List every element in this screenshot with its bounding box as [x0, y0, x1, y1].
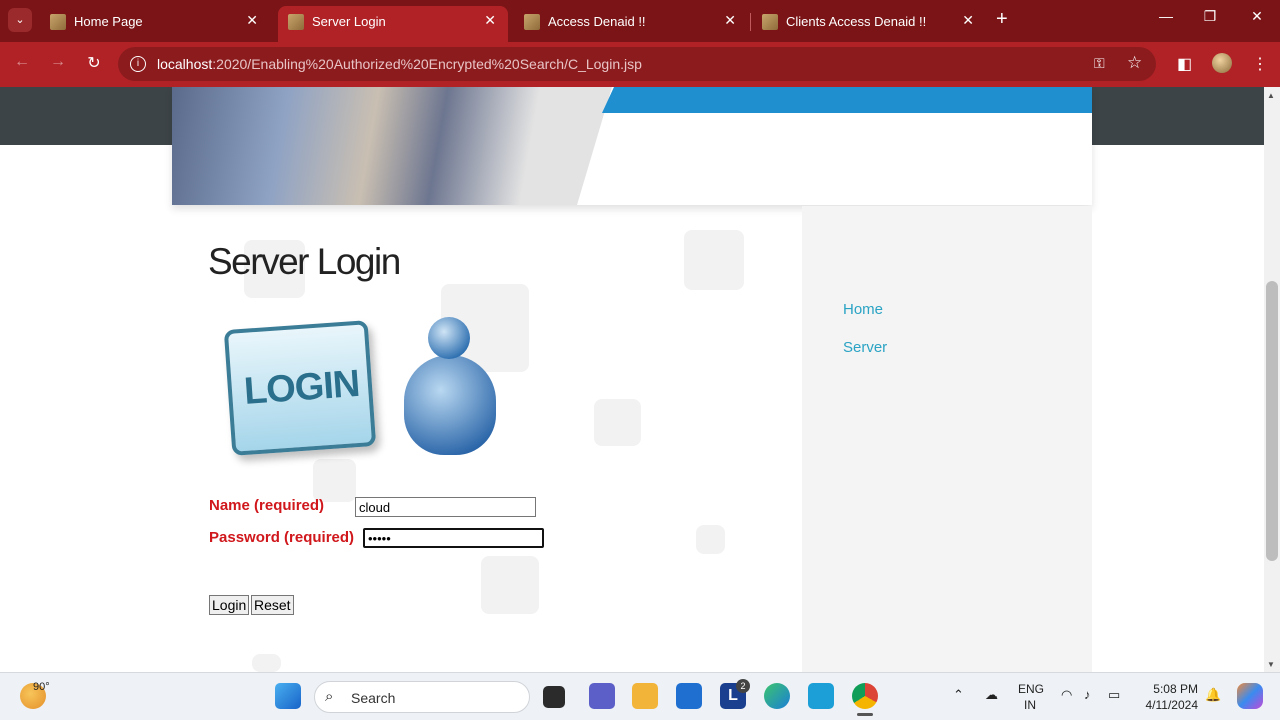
favicon-icon	[524, 14, 540, 30]
close-tab-icon[interactable]: ✕	[246, 12, 258, 29]
reset-button[interactable]: Reset	[251, 595, 294, 615]
tab-title: Server Login	[312, 14, 386, 29]
forward-icon[interactable]: →	[47, 53, 69, 71]
url-host: localhost	[157, 56, 213, 72]
restore-icon[interactable]: ❐	[1190, 8, 1230, 25]
menu-icon[interactable]: ⋮	[1252, 54, 1268, 74]
background-shape	[252, 654, 281, 672]
password-input[interactable]	[363, 528, 544, 548]
notifications-icon[interactable]: 🔔	[1205, 687, 1221, 703]
language-indicator[interactable]: ENG IN	[1018, 681, 1045, 713]
figure-body	[404, 355, 496, 455]
favicon-icon	[762, 14, 778, 30]
notification-badge: 2	[736, 679, 750, 693]
login-sign-image: LOGIN	[223, 320, 377, 456]
tab-title: Home Page	[74, 14, 143, 29]
bookmark-star-icon[interactable]: ☆	[1127, 53, 1142, 73]
profile-avatar[interactable]	[1212, 53, 1232, 73]
task-view-icon[interactable]	[543, 686, 565, 708]
tab-strip: ⌄ Home Page ✕ Server Login ✕ Access Dena…	[0, 0, 1280, 42]
volume-icon[interactable]: ♪	[1084, 687, 1091, 702]
favicon-icon	[288, 14, 304, 30]
taskbar: 90° ⌕ Search L 2 ⌃ ☁ ENG IN ◠ ♪ ▭ 5:08 P…	[0, 672, 1280, 720]
region-code: IN	[1024, 698, 1036, 712]
tab-title: Access Denaid !!	[548, 14, 646, 29]
clock[interactable]: 5:08 PM 4/11/2024	[1140, 681, 1199, 713]
header-banner	[172, 87, 1092, 205]
login-sign-text: LOGIN	[242, 362, 361, 413]
favicon-icon	[50, 14, 66, 30]
close-tab-icon[interactable]: ✕	[484, 12, 496, 29]
chrome-icon[interactable]	[852, 683, 878, 709]
background-shape	[594, 399, 641, 446]
password-label: Password (required)	[209, 529, 355, 546]
background-shape	[481, 556, 539, 614]
name-label: Name (required)	[209, 497, 325, 514]
back-icon[interactable]: ←	[11, 53, 33, 71]
copilot-icon[interactable]	[1237, 683, 1263, 709]
sidebar: Home Server	[802, 206, 1092, 672]
tab-home-page[interactable]: Home Page ✕	[40, 6, 270, 42]
user-figure-icon	[402, 315, 498, 459]
banner-accent-bar	[602, 87, 1092, 113]
page-viewport: Server Login LOGIN Name (required) Passw…	[0, 87, 1264, 672]
close-tab-icon[interactable]: ✕	[962, 12, 974, 29]
reload-icon[interactable]: ↻	[83, 53, 105, 73]
show-hidden-icons[interactable]: ⌃	[953, 687, 964, 703]
tab-title: Clients Access Denaid !!	[786, 14, 927, 29]
banner-photo	[172, 87, 612, 205]
taskbar-search[interactable]: ⌕ Search	[314, 681, 530, 713]
teams-icon[interactable]	[589, 683, 615, 709]
background-shape	[696, 525, 725, 554]
background-shape	[313, 459, 356, 502]
password-key-icon[interactable]: ⚿	[1094, 55, 1105, 72]
edge-icon[interactable]	[764, 683, 790, 709]
wifi-icon[interactable]: ◠	[1061, 687, 1072, 703]
close-window-icon[interactable]: ✕	[1237, 8, 1277, 25]
tab-separator	[750, 13, 751, 31]
close-tab-icon[interactable]: ✕	[724, 12, 736, 29]
url-path: :2020/Enabling%20Authorized%20Encrypted%…	[212, 56, 642, 72]
tab-clients-access-denaid[interactable]: Clients Access Denaid !! ✕	[752, 6, 986, 42]
sidebar-link-server[interactable]: Server	[843, 339, 887, 356]
page-title: Server Login	[208, 241, 401, 282]
start-icon[interactable]	[275, 683, 301, 709]
tab-access-denaid[interactable]: Access Denaid !! ✕	[514, 6, 748, 42]
file-explorer-icon[interactable]	[632, 683, 658, 709]
address-bar[interactable]: i localhost:2020/Enabling%20Authorized%2…	[118, 47, 1156, 81]
scrollbar-thumb[interactable]	[1266, 281, 1278, 561]
onedrive-icon[interactable]: ☁	[985, 687, 998, 703]
sidebar-link-home[interactable]: Home	[843, 301, 883, 318]
login-button[interactable]: Login	[209, 595, 250, 615]
minimize-icon[interactable]: —	[1146, 8, 1186, 24]
browser-toolbar: ← → ↻ i localhost:2020/Enabling%20Author…	[0, 42, 1280, 87]
background-shape	[684, 230, 744, 290]
clock-time: 5:08 PM	[1153, 682, 1198, 696]
new-tab-icon[interactable]: +	[996, 8, 1008, 31]
tab-server-login[interactable]: Server Login ✕	[278, 6, 508, 42]
side-panel-icon[interactable]: ◧	[1177, 54, 1192, 74]
weather-temp: 90°	[33, 681, 50, 693]
scroll-down-icon[interactable]: ▼	[1267, 660, 1275, 669]
scroll-up-icon[interactable]: ▲	[1267, 91, 1275, 100]
clock-date: 4/11/2024	[1145, 698, 1199, 712]
language-code: ENG	[1018, 682, 1045, 696]
store-icon[interactable]	[676, 683, 702, 709]
battery-icon[interactable]: ▭	[1108, 687, 1120, 703]
search-label: Search	[351, 690, 396, 706]
url-text[interactable]: localhost:2020/Enabling%20Authorized%20E…	[157, 56, 642, 72]
site-info-icon[interactable]: i	[130, 56, 146, 72]
name-input[interactable]	[355, 497, 536, 517]
active-app-indicator	[857, 713, 873, 716]
search-icon: ⌕	[325, 688, 334, 705]
tab-search-button[interactable]: ⌄	[8, 8, 32, 32]
figure-head	[428, 317, 470, 359]
vertical-scrollbar[interactable]: ▲ ▼	[1264, 87, 1280, 672]
app-icon[interactable]	[808, 683, 834, 709]
